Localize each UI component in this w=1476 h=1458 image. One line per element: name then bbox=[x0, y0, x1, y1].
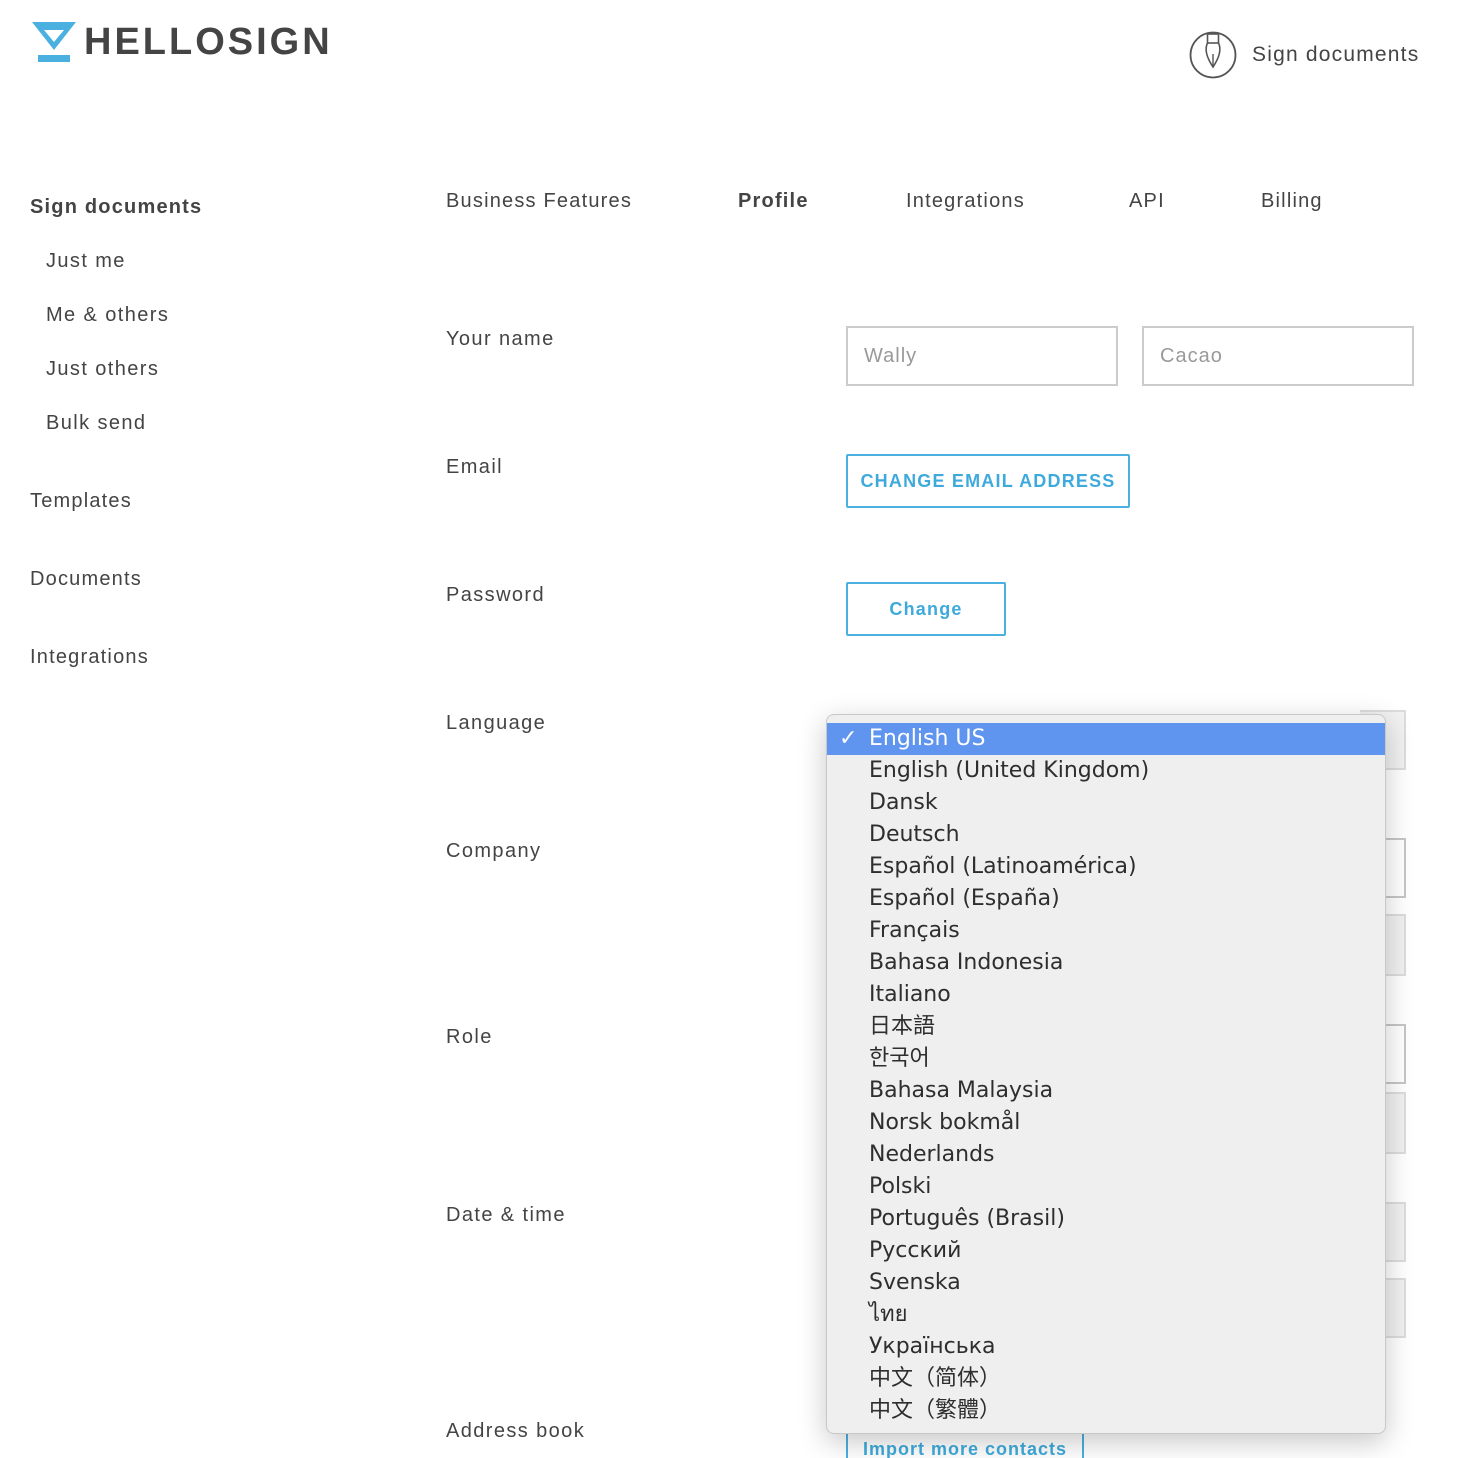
tab-integrations[interactable]: Integrations bbox=[906, 190, 1025, 213]
language-option-label: English US bbox=[869, 726, 986, 751]
language-label: Language bbox=[446, 712, 547, 734]
language-option[interactable]: 日本語 bbox=[827, 1011, 1385, 1043]
language-option-label: Русский bbox=[869, 1238, 962, 1263]
language-option[interactable]: Dansk bbox=[827, 787, 1385, 819]
language-option-label: English (United Kingdom) bbox=[869, 758, 1150, 783]
language-option[interactable]: Svenska bbox=[827, 1267, 1385, 1299]
language-option[interactable]: ✓ English US bbox=[827, 723, 1385, 755]
language-option-label: 中文（简体） bbox=[869, 1366, 1002, 1391]
language-option-label: Bahasa Malaysia bbox=[869, 1078, 1054, 1103]
language-option-label: Norsk bokmål bbox=[869, 1110, 1021, 1135]
language-option[interactable]: 中文（简体） bbox=[827, 1363, 1385, 1395]
language-option[interactable]: English (United Kingdom) bbox=[827, 755, 1385, 787]
tab-api[interactable]: API bbox=[1129, 190, 1165, 213]
tab-billing[interactable]: Billing bbox=[1261, 190, 1323, 213]
language-dropdown-menu[interactable]: ✓ English US English (United Kingdom) Dansk… bbox=[826, 714, 1386, 1434]
language-option-label: Dansk bbox=[869, 790, 938, 815]
sidebar-item-bulk-send[interactable]: Bulk send bbox=[46, 412, 146, 435]
sidebar-item-integrations[interactable]: Integrations bbox=[30, 646, 149, 669]
change-password-button[interactable]: Change bbox=[846, 582, 1006, 636]
language-option[interactable]: Português (Brasil) bbox=[827, 1203, 1385, 1235]
language-option-label: 中文（繁體） bbox=[869, 1398, 1002, 1423]
sidebar-item-just-others[interactable]: Just others bbox=[46, 358, 159, 381]
language-option-label: 한국어 bbox=[869, 1046, 930, 1071]
language-option[interactable]: Українська bbox=[827, 1331, 1385, 1363]
change-email-button[interactable]: CHANGE EMAIL ADDRESS bbox=[846, 454, 1130, 508]
language-option-label: Español (Latinoamérica) bbox=[869, 854, 1137, 879]
header-sign-documents-link[interactable]: Sign documents bbox=[1188, 30, 1419, 80]
language-option[interactable]: Русский bbox=[827, 1235, 1385, 1267]
language-option-label: Svenska bbox=[869, 1270, 961, 1295]
language-option-label: 日本語 bbox=[869, 1014, 936, 1039]
last-name-input[interactable] bbox=[1142, 326, 1414, 386]
company-label: Company bbox=[446, 840, 542, 862]
language-option[interactable]: 한국어 bbox=[827, 1043, 1385, 1075]
language-option[interactable]: Français bbox=[827, 915, 1385, 947]
language-option[interactable]: Bahasa Malaysia bbox=[827, 1075, 1385, 1107]
tab-profile[interactable]: Profile bbox=[738, 190, 809, 213]
role-label: Role bbox=[446, 1026, 493, 1048]
language-option[interactable]: 中文（繁體） bbox=[827, 1395, 1385, 1427]
language-option[interactable]: Italiano bbox=[827, 979, 1385, 1011]
language-option-label: Bahasa Indonesia bbox=[869, 950, 1064, 975]
first-name-input[interactable] bbox=[846, 326, 1118, 386]
date-time-label: Date & time bbox=[446, 1204, 566, 1226]
checkmark-icon: ✓ bbox=[839, 726, 858, 751]
sidebar-item-just-me[interactable]: Just me bbox=[46, 250, 126, 273]
language-option-label: Italiano bbox=[869, 982, 951, 1007]
language-option[interactable]: Español (Latinoamérica) bbox=[827, 851, 1385, 883]
sidebar-item-me-and-others[interactable]: Me & others bbox=[46, 304, 169, 327]
language-option-label: Français bbox=[869, 918, 960, 943]
language-option-label: Español (España) bbox=[869, 886, 1060, 911]
brand-name: HELLOSIGN bbox=[84, 21, 333, 63]
language-option[interactable]: Deutsch bbox=[827, 819, 1385, 851]
language-option[interactable]: Nederlands bbox=[827, 1139, 1385, 1171]
language-option-label: Nederlands bbox=[869, 1142, 995, 1167]
address-book-label: Address book bbox=[446, 1420, 586, 1442]
sidebar-item-templates[interactable]: Templates bbox=[30, 490, 132, 513]
language-option-label: Українська bbox=[869, 1334, 996, 1359]
your-name-label: Your name bbox=[446, 328, 555, 350]
hellosign-logo[interactable]: HELLOSIGN bbox=[32, 20, 333, 64]
language-option[interactable]: Polski bbox=[827, 1171, 1385, 1203]
language-option[interactable]: Norsk bokmål bbox=[827, 1107, 1385, 1139]
language-option-label: ไทย bbox=[869, 1302, 908, 1327]
password-label: Password bbox=[446, 584, 546, 606]
language-option[interactable]: Español (España) bbox=[827, 883, 1385, 915]
sidebar-item-documents[interactable]: Documents bbox=[30, 568, 142, 591]
language-option-label: Português (Brasil) bbox=[869, 1206, 1065, 1231]
pen-nib-icon bbox=[1189, 31, 1237, 79]
language-option-label: Deutsch bbox=[869, 822, 960, 847]
language-option[interactable]: ไทย bbox=[827, 1299, 1385, 1331]
import-contacts-button[interactable]: Import more contacts bbox=[846, 1434, 1084, 1458]
language-option-label: Polski bbox=[869, 1174, 932, 1199]
tab-business-features[interactable]: Business Features bbox=[446, 190, 632, 213]
sidebar-section-sign-documents[interactable]: Sign documents bbox=[30, 196, 202, 219]
email-label: Email bbox=[446, 456, 504, 478]
hellosign-logo-icon bbox=[32, 22, 76, 62]
sign-documents-label: Sign documents bbox=[1252, 43, 1420, 66]
language-option[interactable]: Bahasa Indonesia bbox=[827, 947, 1385, 979]
